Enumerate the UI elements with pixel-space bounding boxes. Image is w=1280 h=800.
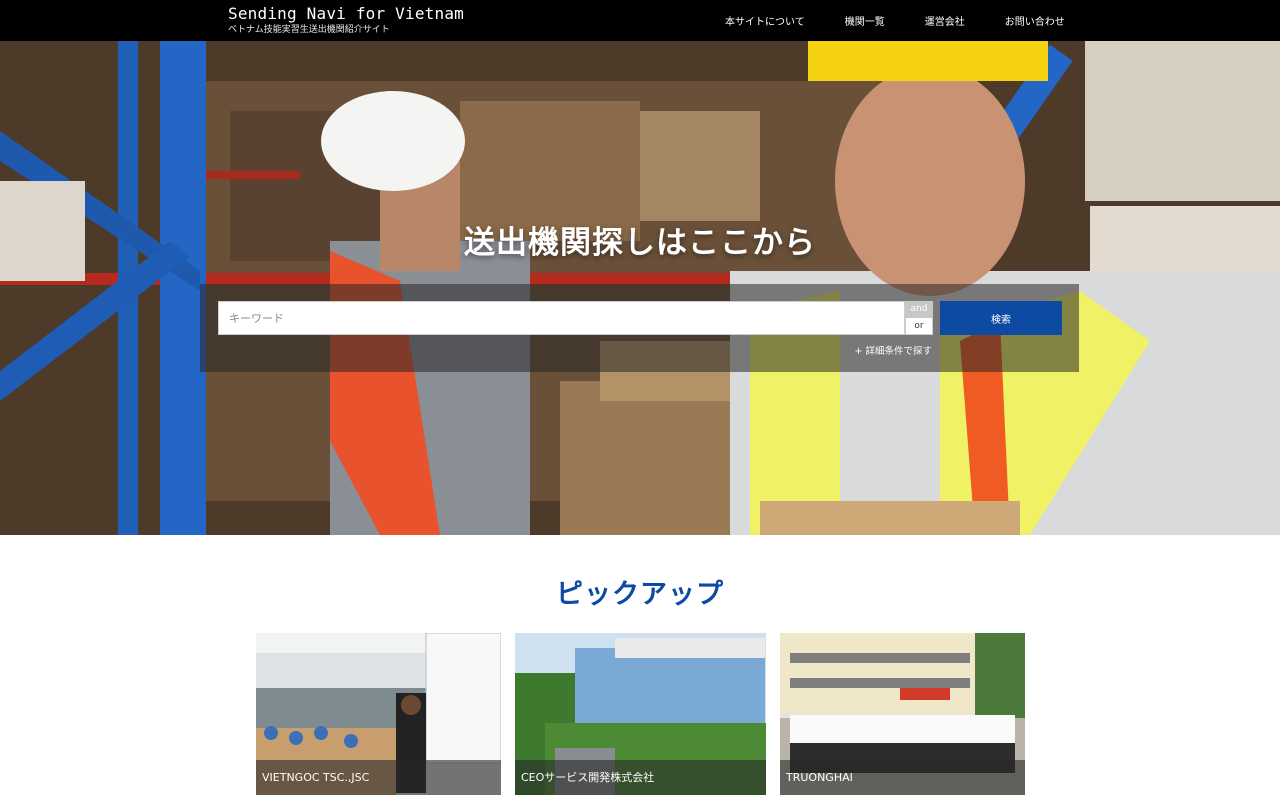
pickup-card-label[interactable]: VIETNGOC TSC.,JSC bbox=[256, 760, 501, 795]
pickup-card[interactable]: VIETNGOC TSC.,JSC bbox=[256, 633, 501, 795]
nav-agency-list[interactable]: 機関一覧 bbox=[825, 13, 905, 28]
search-mode-toggle[interactable]: and or bbox=[905, 301, 933, 335]
pickup-heading: ピックアップ bbox=[556, 579, 724, 610]
site-brand[interactable]: Sending Navi for Vietnam ベトナム技能実習生送出機関紹介… bbox=[228, 4, 464, 36]
search-mode-and[interactable]: and bbox=[905, 301, 933, 318]
pickup-card[interactable]: CEOサービス開発株式会社 bbox=[515, 633, 766, 795]
site-header: Sending Navi for Vietnam ベトナム技能実習生送出機関紹介… bbox=[0, 0, 1280, 41]
pickup-card-label[interactable]: CEOサービス開発株式会社 bbox=[515, 760, 766, 795]
pickup-card[interactable]: TRUONGHAI bbox=[780, 633, 1025, 795]
search-panel: and or 検索 + 詳細条件で探す bbox=[200, 284, 1079, 372]
search-button[interactable]: 検索 bbox=[940, 301, 1062, 335]
site-title[interactable]: Sending Navi for Vietnam bbox=[228, 4, 464, 24]
keyword-search-input[interactable] bbox=[218, 301, 905, 335]
hero-title: 送出機関探しはここから bbox=[464, 225, 816, 261]
search-mode-or[interactable]: or bbox=[905, 318, 933, 335]
pickup-card-label[interactable]: TRUONGHAI bbox=[780, 760, 1025, 795]
nav-about[interactable]: 本サイトについて bbox=[705, 13, 825, 28]
nav-contact[interactable]: お問い合わせ bbox=[985, 13, 1085, 28]
hero-section: 送出機関探しはここから and or 検索 + 詳細条件で探す bbox=[0, 41, 1280, 535]
main-nav: 本サイトについて 機関一覧 運営会社 お問い合わせ bbox=[705, 0, 1085, 41]
advanced-search-link[interactable]: + 詳細条件で探す bbox=[855, 343, 932, 357]
site-subtitle: ベトナム技能実習生送出機関紹介サイト bbox=[228, 25, 390, 35]
nav-company[interactable]: 運営会社 bbox=[905, 13, 985, 28]
